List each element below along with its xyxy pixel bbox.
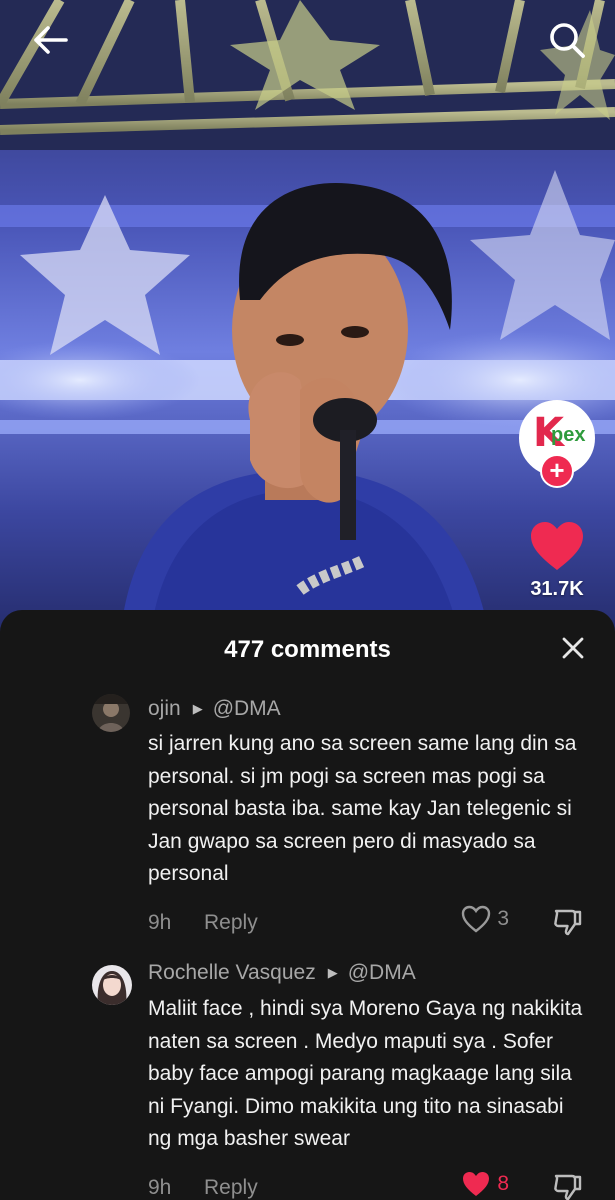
- reply-button[interactable]: Reply: [204, 911, 258, 935]
- comments-count-title: 477 comments: [224, 636, 391, 663]
- comment-text: Maliit face , hindi sya Moreno Gaya ng n…: [148, 997, 583, 1150]
- user-avatar-image: [92, 965, 132, 1005]
- comment-mention[interactable]: @DMA: [348, 961, 416, 985]
- comment-actions: 9h Reply 3: [148, 905, 585, 945]
- reply-to-arrow-icon: ▶: [192, 701, 203, 716]
- comment-username[interactable]: ojin: [148, 697, 181, 721]
- action-rail: K pex + 31.7K: [517, 400, 597, 601]
- comment-text: si jarren kung ano sa screen same lang d…: [148, 732, 577, 885]
- comment-like-count: 3: [497, 906, 509, 930]
- avatar[interactable]: [92, 965, 132, 1005]
- dislike-button[interactable]: [553, 1172, 583, 1200]
- dislike-button[interactable]: [553, 907, 583, 943]
- heart-icon[interactable]: [529, 520, 585, 572]
- close-icon: [562, 637, 584, 659]
- search-icon: [550, 23, 585, 58]
- comment-like-button[interactable]: 8: [461, 1170, 509, 1198]
- video-player[interactable]: K pex + 31.7K: [0, 0, 615, 640]
- comment-item: ojin ▶ @DMA si jarren kung ano sa screen…: [0, 694, 615, 945]
- avatar[interactable]: [92, 694, 130, 732]
- comments-header: 477 comments: [0, 610, 615, 688]
- comment-like-button[interactable]: 3: [461, 905, 509, 933]
- follow-button[interactable]: +: [540, 454, 574, 488]
- close-button[interactable]: [553, 628, 593, 668]
- thumbs-down-icon: [554, 909, 582, 935]
- comment-time: 9h: [148, 910, 172, 934]
- comment-username[interactable]: Rochelle Vasquez: [148, 961, 316, 985]
- comment-time: 9h: [148, 1175, 172, 1199]
- heart-filled-icon: [463, 1171, 490, 1196]
- comment-actions: 9h Reply 8: [148, 1170, 585, 1200]
- back-button[interactable]: [28, 18, 72, 62]
- reply-button[interactable]: Reply: [204, 1176, 258, 1200]
- back-arrow-icon: [34, 26, 68, 54]
- heart-outline-icon: [462, 905, 491, 933]
- comment-like-count: 8: [497, 1171, 509, 1195]
- user-avatar-image: [92, 694, 130, 732]
- comment-mention[interactable]: @DMA: [213, 697, 281, 721]
- like-count: 31.7K: [530, 578, 584, 600]
- reply-to-arrow-icon: ▶: [327, 965, 338, 980]
- thumbs-down-icon: [554, 1174, 582, 1200]
- comment-item: Rochelle Vasquez ▶ @DMA Maliit face , hi…: [0, 957, 615, 1200]
- comment-meta: Rochelle Vasquez ▶ @DMA: [148, 957, 585, 989]
- search-button[interactable]: [545, 18, 589, 62]
- comment-meta: ojin ▶ @DMA: [148, 694, 585, 724]
- creator-avatar[interactable]: K pex +: [519, 400, 595, 488]
- logo-text: pex: [551, 424, 586, 446]
